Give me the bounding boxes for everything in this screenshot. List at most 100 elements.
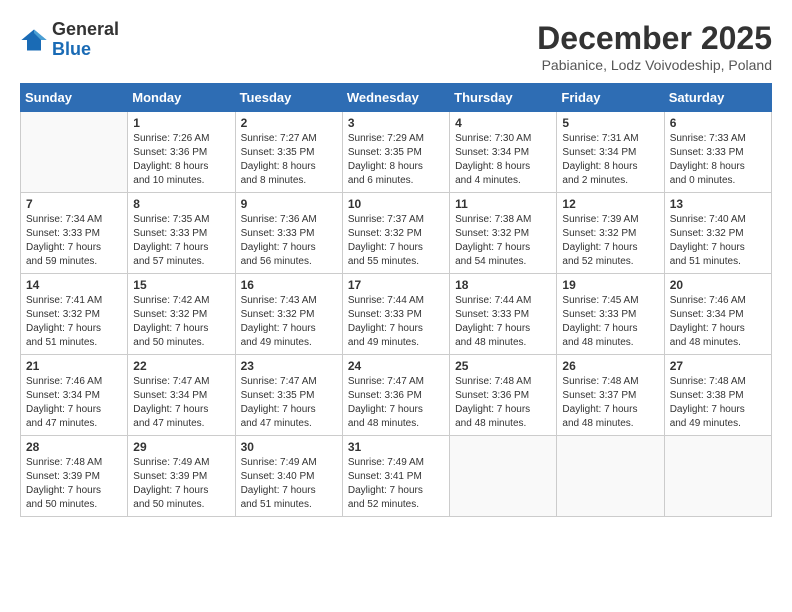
day-number: 8 xyxy=(133,197,229,211)
day-number: 18 xyxy=(455,278,551,292)
day-info: Sunrise: 7:47 AM Sunset: 3:36 PM Dayligh… xyxy=(348,375,444,431)
calendar-cell: 2 Sunrise: 7:27 AM Sunset: 3:35 PM Daylig… xyxy=(235,112,342,193)
calendar-week-4: 21 Sunrise: 7:46 AM Sunset: 3:34 PM Dayli… xyxy=(21,355,772,436)
calendar-cell: 20 Sunrise: 7:46 AM Sunset: 3:34 PM Dayli… xyxy=(664,274,771,355)
day-info: Sunrise: 7:49 AM Sunset: 3:41 PM Dayligh… xyxy=(348,456,444,512)
weekday-header-tuesday: Tuesday xyxy=(235,84,342,112)
day-number: 10 xyxy=(348,197,444,211)
day-info: Sunrise: 7:27 AM Sunset: 3:35 PM Dayligh… xyxy=(241,132,337,188)
day-number: 4 xyxy=(455,116,551,130)
day-info: Sunrise: 7:48 AM Sunset: 3:39 PM Dayligh… xyxy=(26,456,122,512)
day-info: Sunrise: 7:41 AM Sunset: 3:32 PM Dayligh… xyxy=(26,294,122,350)
day-number: 27 xyxy=(670,359,766,373)
day-number: 19 xyxy=(562,278,658,292)
day-info: Sunrise: 7:42 AM Sunset: 3:32 PM Dayligh… xyxy=(133,294,229,350)
logo-blue-text: Blue xyxy=(52,39,91,59)
day-info: Sunrise: 7:36 AM Sunset: 3:33 PM Dayligh… xyxy=(241,213,337,269)
page-header: General Blue December 2025 Pabianice, Lo… xyxy=(20,20,772,73)
weekday-header-friday: Friday xyxy=(557,84,664,112)
calendar-cell: 15 Sunrise: 7:42 AM Sunset: 3:32 PM Dayli… xyxy=(128,274,235,355)
calendar-cell: 30Sunrise: 7:49 AM Sunset: 3:40 PM Dayli… xyxy=(235,436,342,517)
calendar-cell: 22 Sunrise: 7:47 AM Sunset: 3:34 PM Dayli… xyxy=(128,355,235,436)
day-info: Sunrise: 7:38 AM Sunset: 3:32 PM Dayligh… xyxy=(455,213,551,269)
calendar-week-1: 1 Sunrise: 7:26 AM Sunset: 3:36 PM Daylig… xyxy=(21,112,772,193)
day-info: Sunrise: 7:29 AM Sunset: 3:35 PM Dayligh… xyxy=(348,132,444,188)
calendar-week-2: 7 Sunrise: 7:34 AM Sunset: 3:33 PM Daylig… xyxy=(21,193,772,274)
calendar-cell: 24 Sunrise: 7:47 AM Sunset: 3:36 PM Dayli… xyxy=(342,355,449,436)
calendar-cell: 26Sunrise: 7:48 AM Sunset: 3:37 PM Dayli… xyxy=(557,355,664,436)
day-info: Sunrise: 7:40 AM Sunset: 3:32 PM Dayligh… xyxy=(670,213,766,269)
day-number: 25 xyxy=(455,359,551,373)
day-number: 29 xyxy=(133,440,229,454)
calendar-cell: 1 Sunrise: 7:26 AM Sunset: 3:36 PM Daylig… xyxy=(128,112,235,193)
calendar-cell xyxy=(664,436,771,517)
day-number: 30 xyxy=(241,440,337,454)
calendar-cell: 14 Sunrise: 7:41 AM Sunset: 3:32 PM Dayli… xyxy=(21,274,128,355)
calendar-body: 1 Sunrise: 7:26 AM Sunset: 3:36 PM Daylig… xyxy=(21,112,772,517)
calendar-cell: 5Sunrise: 7:31 AM Sunset: 3:34 PM Daylig… xyxy=(557,112,664,193)
day-number: 11 xyxy=(455,197,551,211)
calendar-table: SundayMondayTuesdayWednesdayThursdayFrid… xyxy=(20,83,772,517)
calendar-cell xyxy=(21,112,128,193)
day-info: Sunrise: 7:48 AM Sunset: 3:36 PM Dayligh… xyxy=(455,375,551,431)
day-number: 12 xyxy=(562,197,658,211)
day-number: 7 xyxy=(26,197,122,211)
day-number: 3 xyxy=(348,116,444,130)
day-number: 24 xyxy=(348,359,444,373)
calendar-cell: 27 Sunrise: 7:48 AM Sunset: 3:38 PM Dayli… xyxy=(664,355,771,436)
calendar-cell: 11 Sunrise: 7:38 AM Sunset: 3:32 PM Dayli… xyxy=(450,193,557,274)
day-info: Sunrise: 7:26 AM Sunset: 3:36 PM Dayligh… xyxy=(133,132,229,188)
day-number: 22 xyxy=(133,359,229,373)
day-info: Sunrise: 7:46 AM Sunset: 3:34 PM Dayligh… xyxy=(670,294,766,350)
day-info: Sunrise: 7:47 AM Sunset: 3:34 PM Dayligh… xyxy=(133,375,229,431)
day-number: 20 xyxy=(670,278,766,292)
calendar-cell: 19Sunrise: 7:45 AM Sunset: 3:33 PM Dayli… xyxy=(557,274,664,355)
calendar-cell: 3 Sunrise: 7:29 AM Sunset: 3:35 PM Daylig… xyxy=(342,112,449,193)
calendar-cell: 9 Sunrise: 7:36 AM Sunset: 3:33 PM Daylig… xyxy=(235,193,342,274)
calendar-cell: 18Sunrise: 7:44 AM Sunset: 3:33 PM Dayli… xyxy=(450,274,557,355)
day-info: Sunrise: 7:46 AM Sunset: 3:34 PM Dayligh… xyxy=(26,375,122,431)
title-block: December 2025 Pabianice, Lodz Voivodeshi… xyxy=(537,20,772,73)
day-number: 21 xyxy=(26,359,122,373)
calendar-week-5: 28Sunrise: 7:48 AM Sunset: 3:39 PM Dayli… xyxy=(21,436,772,517)
day-info: Sunrise: 7:43 AM Sunset: 3:32 PM Dayligh… xyxy=(241,294,337,350)
day-number: 2 xyxy=(241,116,337,130)
logo: General Blue xyxy=(20,20,119,60)
weekday-header-saturday: Saturday xyxy=(664,84,771,112)
month-title: December 2025 xyxy=(537,20,772,57)
day-number: 13 xyxy=(670,197,766,211)
day-number: 26 xyxy=(562,359,658,373)
day-info: Sunrise: 7:37 AM Sunset: 3:32 PM Dayligh… xyxy=(348,213,444,269)
calendar-cell: 13 Sunrise: 7:40 AM Sunset: 3:32 PM Dayli… xyxy=(664,193,771,274)
day-info: Sunrise: 7:48 AM Sunset: 3:38 PM Dayligh… xyxy=(670,375,766,431)
logo-text: General Blue xyxy=(52,20,119,60)
day-info: Sunrise: 7:49 AM Sunset: 3:39 PM Dayligh… xyxy=(133,456,229,512)
calendar-cell: 21 Sunrise: 7:46 AM Sunset: 3:34 PM Dayli… xyxy=(21,355,128,436)
day-number: 15 xyxy=(133,278,229,292)
day-number: 23 xyxy=(241,359,337,373)
logo-icon xyxy=(20,26,48,54)
day-info: Sunrise: 7:35 AM Sunset: 3:33 PM Dayligh… xyxy=(133,213,229,269)
calendar-cell: 6 Sunrise: 7:33 AM Sunset: 3:33 PM Daylig… xyxy=(664,112,771,193)
day-number: 9 xyxy=(241,197,337,211)
day-number: 17 xyxy=(348,278,444,292)
calendar-cell: 10 Sunrise: 7:37 AM Sunset: 3:32 PM Dayli… xyxy=(342,193,449,274)
day-number: 6 xyxy=(670,116,766,130)
calendar-cell xyxy=(557,436,664,517)
day-info: Sunrise: 7:33 AM Sunset: 3:33 PM Dayligh… xyxy=(670,132,766,188)
day-number: 1 xyxy=(133,116,229,130)
day-number: 14 xyxy=(26,278,122,292)
weekday-header-monday: Monday xyxy=(128,84,235,112)
calendar-cell: 25 Sunrise: 7:48 AM Sunset: 3:36 PM Dayli… xyxy=(450,355,557,436)
calendar-cell: 31 Sunrise: 7:49 AM Sunset: 3:41 PM Dayli… xyxy=(342,436,449,517)
day-info: Sunrise: 7:44 AM Sunset: 3:33 PM Dayligh… xyxy=(348,294,444,350)
calendar-cell: 16Sunrise: 7:43 AM Sunset: 3:32 PM Dayli… xyxy=(235,274,342,355)
calendar-cell: 12 Sunrise: 7:39 AM Sunset: 3:32 PM Dayli… xyxy=(557,193,664,274)
day-info: Sunrise: 7:39 AM Sunset: 3:32 PM Dayligh… xyxy=(562,213,658,269)
day-number: 31 xyxy=(348,440,444,454)
day-info: Sunrise: 7:34 AM Sunset: 3:33 PM Dayligh… xyxy=(26,213,122,269)
weekday-header-row: SundayMondayTuesdayWednesdayThursdayFrid… xyxy=(21,84,772,112)
calendar-week-3: 14 Sunrise: 7:41 AM Sunset: 3:32 PM Dayli… xyxy=(21,274,772,355)
day-info: Sunrise: 7:31 AM Sunset: 3:34 PM Dayligh… xyxy=(562,132,658,188)
day-info: Sunrise: 7:30 AM Sunset: 3:34 PM Dayligh… xyxy=(455,132,551,188)
